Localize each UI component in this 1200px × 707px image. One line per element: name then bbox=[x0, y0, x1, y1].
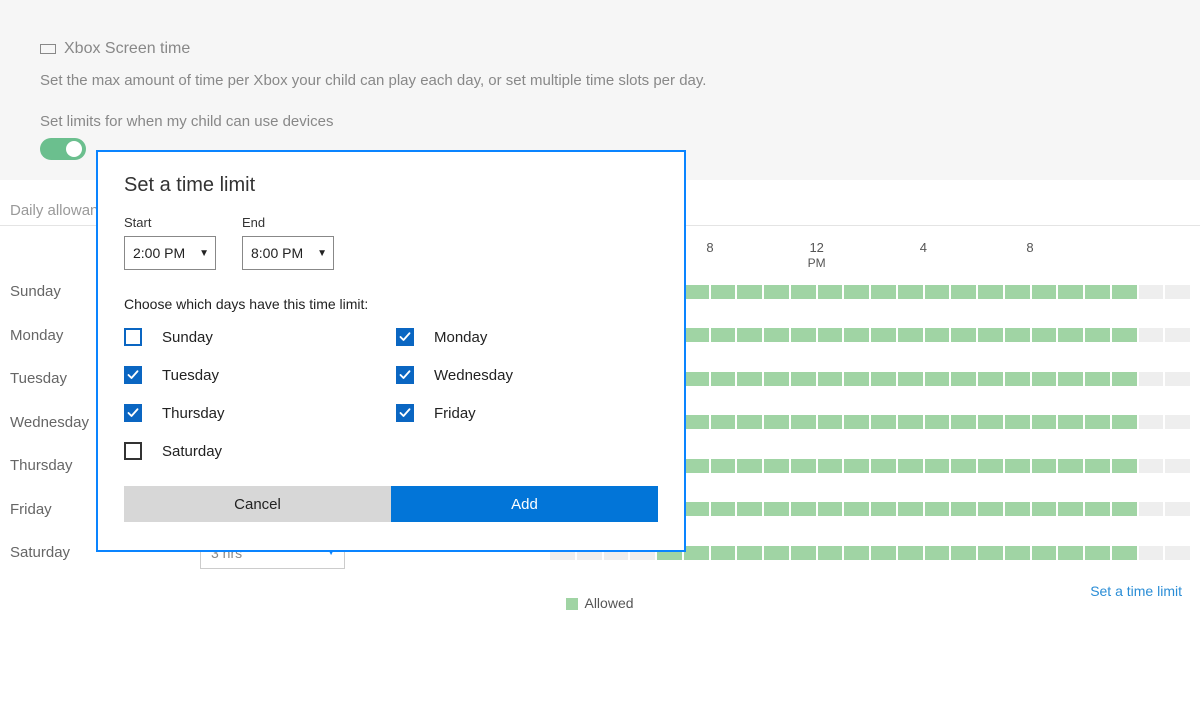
checkbox-icon[interactable] bbox=[124, 328, 142, 346]
toggle-label: Set limits for when my child can use dev… bbox=[40, 113, 1160, 130]
day-option-label: Saturday bbox=[162, 443, 222, 460]
legend: Allowed bbox=[10, 595, 1190, 611]
checkbox-icon[interactable] bbox=[124, 404, 142, 422]
start-time-value: 2:00 PM bbox=[133, 245, 185, 261]
day-checkbox-grid: Sunday Monday Tuesday Wednesday Thursday Frid… bbox=[124, 328, 658, 460]
checkbox-icon[interactable] bbox=[124, 366, 142, 384]
day-option-label: Monday bbox=[434, 329, 487, 346]
day-option[interactable]: Wednesday bbox=[396, 366, 658, 384]
start-time-select[interactable]: 2:00 PM ▼ bbox=[124, 236, 216, 270]
end-label: End bbox=[242, 215, 334, 230]
toggle-knob bbox=[66, 141, 82, 157]
day-option[interactable]: Friday bbox=[396, 404, 658, 422]
checkbox-icon[interactable] bbox=[396, 366, 414, 384]
checkbox-icon[interactable] bbox=[396, 328, 414, 346]
chevron-down-icon: ▼ bbox=[317, 248, 327, 259]
day-option[interactable]: Sunday bbox=[124, 328, 386, 346]
day-option-label: Sunday bbox=[162, 329, 213, 346]
start-label: Start bbox=[124, 215, 216, 230]
device-icon bbox=[40, 44, 56, 54]
add-button[interactable]: Add bbox=[391, 486, 658, 522]
day-option-label: Friday bbox=[434, 405, 476, 422]
day-option[interactable]: Monday bbox=[396, 328, 658, 346]
end-time-select[interactable]: 8:00 PM ▼ bbox=[242, 236, 334, 270]
day-option-label: Wednesday bbox=[434, 367, 513, 384]
end-time-value: 8:00 PM bbox=[251, 245, 303, 261]
limits-toggle[interactable] bbox=[40, 138, 86, 160]
time-limit-dialog: Set a time limit Start 2:00 PM ▼ End 8:0… bbox=[96, 150, 686, 552]
day-option[interactable]: Saturday bbox=[124, 442, 386, 460]
day-option-label: Tuesday bbox=[162, 367, 219, 384]
legend-label: Allowed bbox=[584, 595, 633, 611]
checkbox-icon[interactable] bbox=[396, 404, 414, 422]
dialog-title: Set a time limit bbox=[124, 174, 658, 197]
day-option[interactable]: Thursday bbox=[124, 404, 386, 422]
set-time-limit-link[interactable]: Set a time limit bbox=[1090, 583, 1182, 599]
legend-swatch-icon bbox=[566, 598, 578, 610]
page-description: Set the max amount of time per Xbox your… bbox=[40, 72, 1160, 89]
day-option-label: Thursday bbox=[162, 405, 225, 422]
cancel-button[interactable]: Cancel bbox=[124, 486, 391, 522]
choose-days-label: Choose which days have this time limit: bbox=[124, 296, 658, 312]
page-title: Xbox Screen time bbox=[64, 40, 190, 58]
checkbox-icon[interactable] bbox=[124, 442, 142, 460]
day-option[interactable]: Tuesday bbox=[124, 366, 386, 384]
chevron-down-icon: ▼ bbox=[199, 248, 209, 259]
